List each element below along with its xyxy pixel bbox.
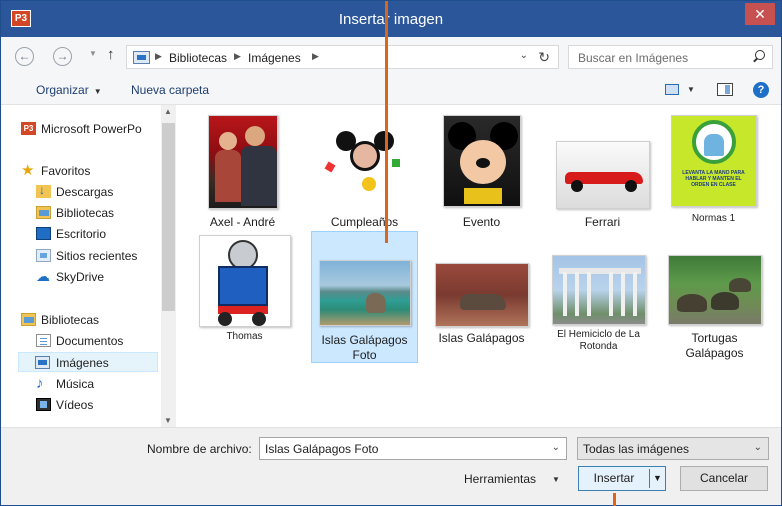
- organize-label: Organizar: [36, 83, 89, 97]
- chevron-down-icon[interactable]: ⌄: [552, 442, 560, 453]
- refresh-icon[interactable]: ↻: [538, 49, 550, 66]
- insert-image-dialog: P3 Insertar imagen ✕ ← → ▼ ↑ ▶ Bibliotec…: [0, 0, 782, 506]
- breadcrumb-imagenes[interactable]: Imágenes: [248, 51, 301, 65]
- file-item-ferrari[interactable]: Ferrari: [550, 111, 655, 233]
- new-folder-button[interactable]: Nueva carpeta: [131, 83, 209, 97]
- change-view-icon[interactable]: [665, 84, 679, 95]
- file-item-hemiciclo-rotonda[interactable]: El Hemiciclo de La Rotonda: [546, 233, 651, 352]
- insert-label: Insertar: [593, 471, 635, 485]
- scroll-down-arrow-icon[interactable]: ▼: [164, 416, 172, 425]
- breadcrumb-separator-icon[interactable]: ▶: [155, 51, 162, 62]
- close-button[interactable]: ✕: [745, 3, 775, 25]
- search-input[interactable]: Buscar en Imágenes: [568, 45, 773, 69]
- search-placeholder: Buscar en Imágenes: [578, 51, 689, 65]
- file-item-islas-galapagos[interactable]: Islas Galápagos: [429, 233, 534, 347]
- file-item-tortugas-galapagos[interactable]: Tortugas Galápagos: [662, 233, 767, 360]
- navigation-pane-scrollbar[interactable]: ▲ ▼: [161, 105, 176, 427]
- breadcrumb-separator-icon[interactable]: ▶: [312, 51, 319, 62]
- cancel-button[interactable]: Cancelar: [680, 466, 768, 491]
- organize-button[interactable]: Organizar ▼: [36, 83, 102, 97]
- dialog-title: Insertar imagen: [338, 11, 444, 28]
- filename-field[interactable]: Islas Galápagos Foto ⌄: [259, 437, 567, 460]
- filename-label: Nombre de archivo:: [147, 442, 252, 456]
- annotation-line: [385, 1, 388, 243]
- file-name: Tortugas Galápagos: [685, 331, 744, 360]
- address-history-chevron-icon[interactable]: ⌄: [520, 50, 528, 61]
- file-name: Islas Galápagos Foto: [321, 333, 408, 362]
- thumbnail-caption: LEVANTA LA MANO PARA HABLAR Y MANTEN EL …: [682, 170, 745, 188]
- photo-thumbnail: [198, 235, 291, 327]
- desktop-icon: [36, 227, 51, 240]
- navigation-bar: ← → ▼ ↑ ▶ Bibliotecas ▶ Imágenes ▶ ⌄ ↻ B…: [1, 37, 781, 75]
- recent-locations-chevron-icon[interactable]: ▼: [89, 49, 97, 58]
- downloads-folder-icon: [36, 183, 51, 198]
- preview-pane-icon[interactable]: [717, 83, 733, 96]
- file-item-cumpleanos[interactable]: Cumpleaños: [312, 111, 417, 233]
- scrollbar-thumb[interactable]: [162, 123, 175, 311]
- breadcrumb-separator-icon[interactable]: ▶: [234, 51, 241, 62]
- photo-thumbnail: [434, 263, 529, 327]
- file-item-normas-1[interactable]: LEVANTA LA MANO PARA HABLAR Y MANTEN EL …: [661, 111, 766, 233]
- photo-thumbnail: LEVANTA LA MANO PARA HABLAR Y MANTEN EL …: [670, 115, 757, 207]
- address-bar[interactable]: ▶ Bibliotecas ▶ Imágenes ▶ ⌄ ↻: [126, 45, 559, 69]
- photo-thumbnail: [318, 260, 411, 326]
- search-icon[interactable]: [753, 50, 765, 62]
- file-name: Evento: [462, 215, 501, 229]
- chevron-down-icon: ▼: [93, 87, 102, 96]
- photo-thumbnail: [555, 141, 650, 209]
- file-name: Thomas: [226, 331, 263, 342]
- documents-icon: [36, 334, 51, 347]
- chevron-down-icon[interactable]: ⌄: [754, 442, 762, 453]
- recent-places-icon: [36, 249, 51, 262]
- split-divider: [649, 469, 650, 488]
- libraries-icon: [36, 206, 51, 219]
- file-item-islas-galapagos-foto[interactable]: Islas Galápagos Foto: [311, 231, 418, 363]
- forward-arrow-icon[interactable]: →: [53, 47, 72, 66]
- file-item-evento[interactable]: Evento: [429, 111, 534, 233]
- file-type-value: Todas las imágenes: [583, 442, 690, 456]
- photo-thumbnail: [551, 255, 646, 325]
- insert-options-chevron-icon[interactable]: ▼: [653, 467, 662, 490]
- pictures-folder-icon: [35, 356, 50, 369]
- file-item-axel-andre[interactable]: Axel - André: [190, 111, 295, 233]
- breadcrumb-bibliotecas[interactable]: Bibliotecas: [169, 51, 227, 65]
- cloud-icon: ☁: [36, 268, 50, 284]
- command-toolbar: Organizar ▼ Nueva carpeta ▼ ?: [1, 75, 781, 105]
- nav-item-powerpoint[interactable]: P3 Microsoft PowerPo: [21, 119, 171, 139]
- libraries-icon: [21, 313, 36, 326]
- bottom-panel: Nombre de archivo: Islas Galápagos Foto …: [1, 427, 781, 505]
- photo-thumbnail: [321, 119, 408, 211]
- photo-thumbnail: [667, 255, 762, 325]
- file-name: Islas Galápagos: [438, 331, 525, 345]
- video-icon: [36, 398, 51, 411]
- scroll-up-arrow-icon[interactable]: ▲: [164, 107, 172, 116]
- file-name: El Hemiciclo de La Rotonda: [557, 329, 640, 352]
- filename-value: Islas Galápagos Foto: [265, 442, 379, 456]
- annotation-line: [613, 493, 616, 506]
- insert-button[interactable]: Insertar ▼: [578, 466, 666, 491]
- view-options-chevron-icon[interactable]: ▼: [687, 85, 695, 94]
- tools-chevron-icon[interactable]: ▼: [552, 475, 560, 484]
- title-bar[interactable]: P3 Insertar imagen ✕: [1, 1, 781, 37]
- file-list: Axel - André Cumpleaños Evento Ferrari L…: [178, 105, 781, 427]
- file-name: Cumpleaños: [330, 215, 399, 229]
- file-name: Normas 1: [691, 213, 736, 224]
- navigation-pane: P3 Microsoft PowerPo ★ Favoritos Descarg…: [16, 105, 176, 427]
- music-note-icon: ♪: [36, 375, 44, 392]
- up-arrow-icon[interactable]: ↑: [107, 46, 115, 63]
- file-type-select[interactable]: Todas las imágenes ⌄: [577, 437, 769, 460]
- photo-thumbnail: [207, 115, 278, 209]
- tools-button[interactable]: Herramientas: [464, 472, 536, 486]
- file-name: Ferrari: [584, 215, 621, 229]
- photo-thumbnail: [442, 115, 521, 207]
- star-icon: ★: [21, 162, 35, 179]
- help-icon[interactable]: ?: [753, 82, 769, 98]
- nav-item-pictures[interactable]: Imágenes: [18, 352, 158, 372]
- file-item-thomas[interactable]: Thomas: [192, 233, 297, 347]
- file-name: Axel - André: [209, 215, 276, 229]
- back-arrow-icon[interactable]: ←: [15, 47, 34, 66]
- powerpoint-icon: P3: [21, 122, 36, 135]
- pictures-folder-icon: [133, 51, 150, 64]
